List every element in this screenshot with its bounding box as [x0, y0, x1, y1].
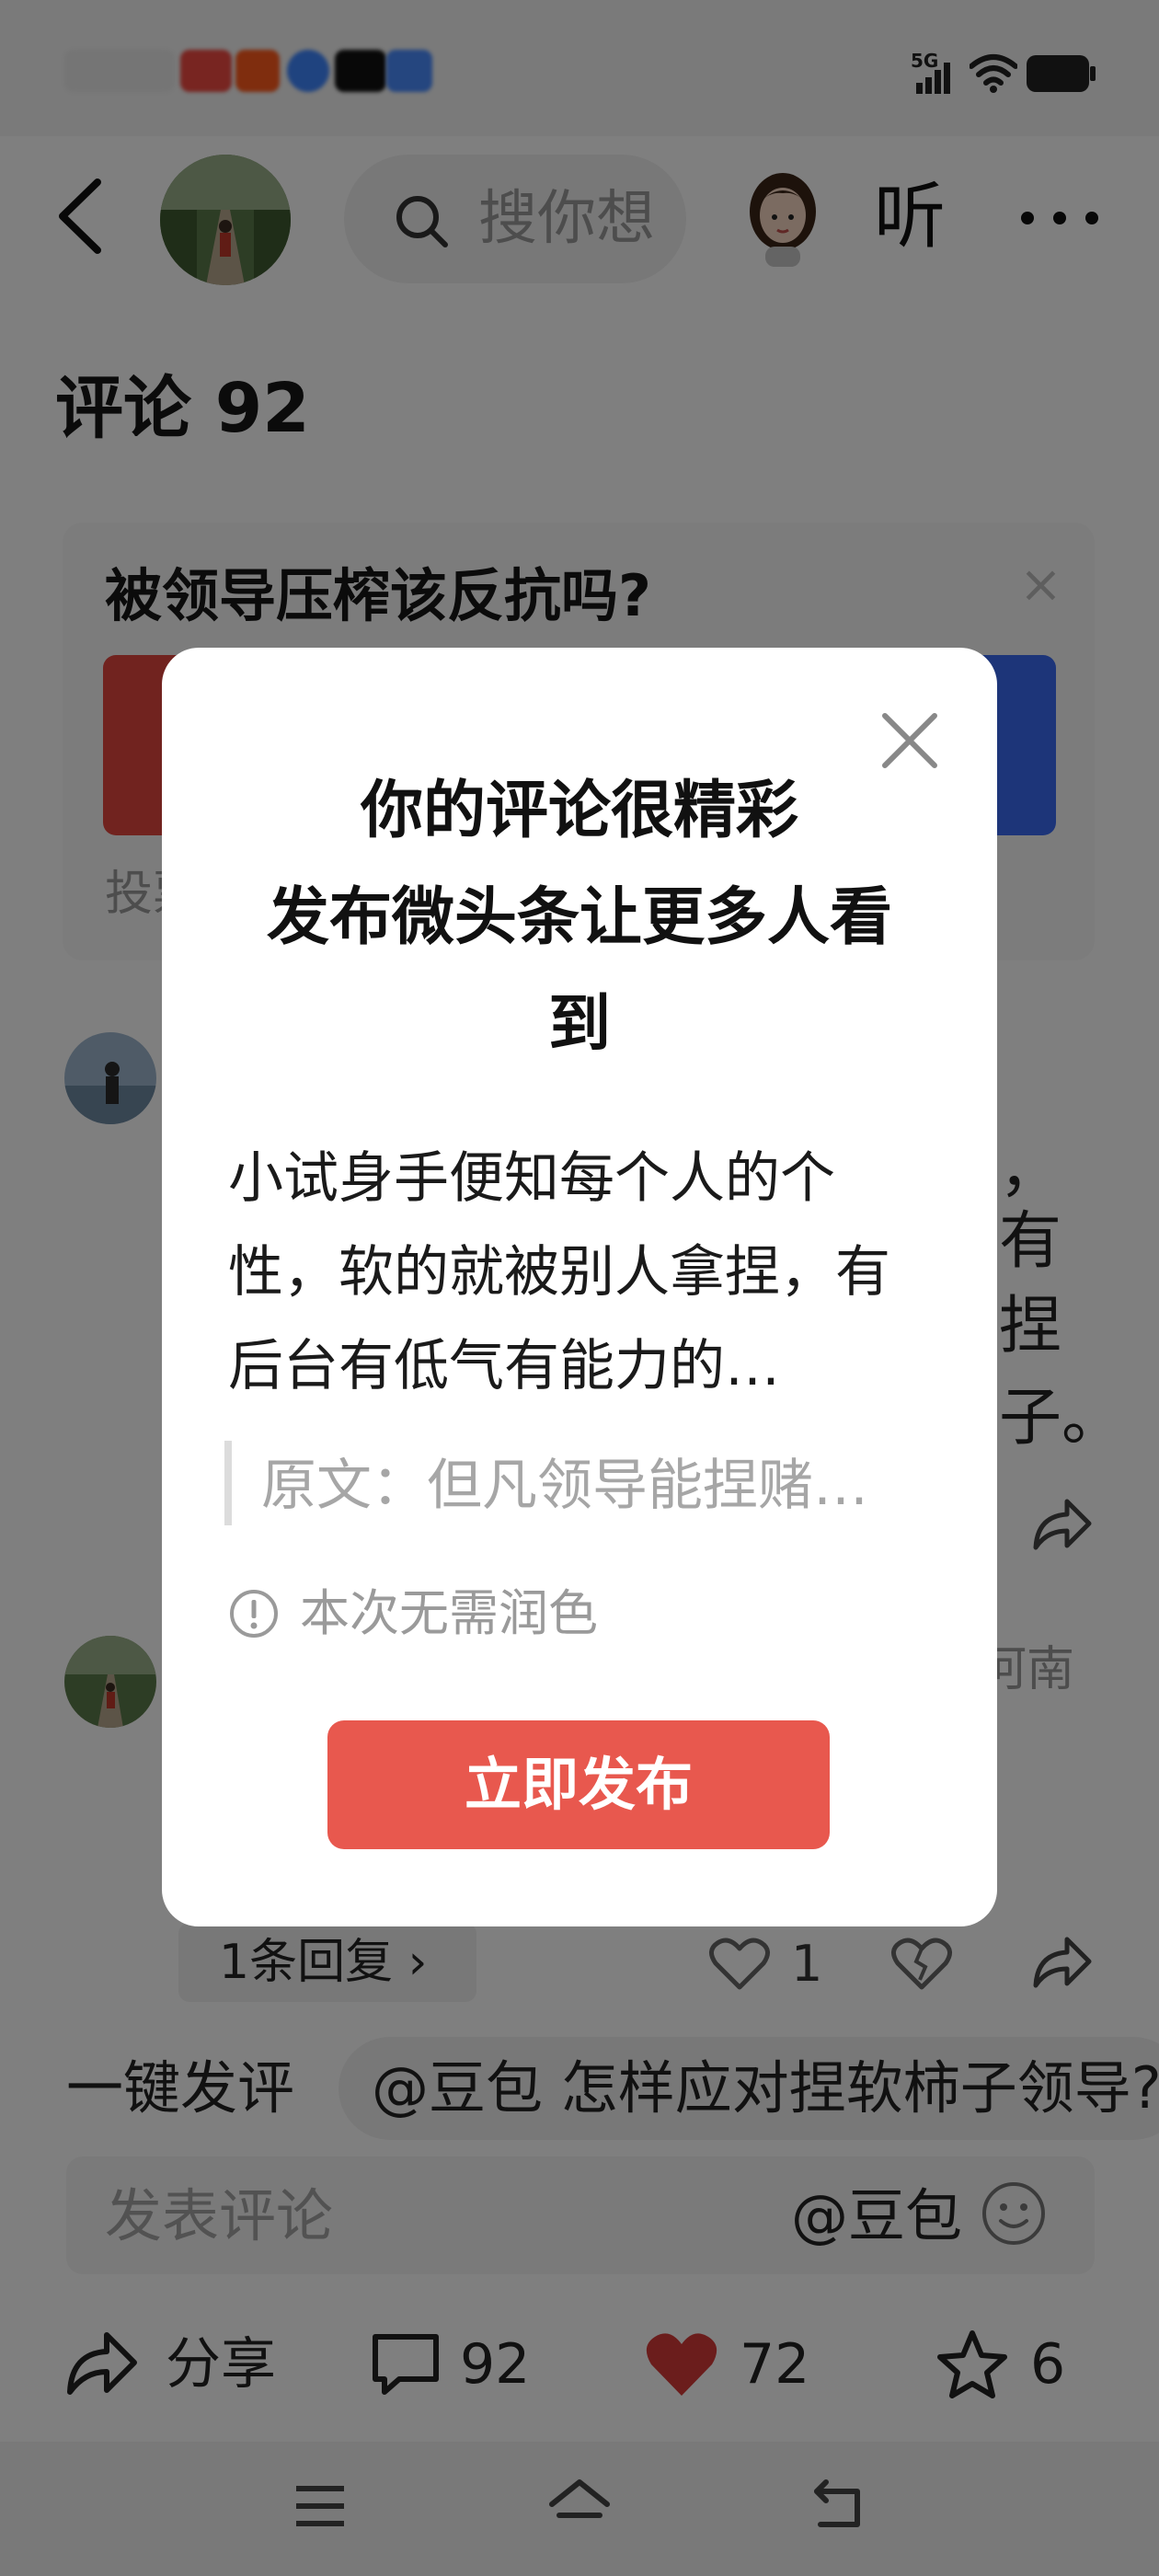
dialog-title-line: 发布微头条让更多人看 [266, 881, 892, 954]
dialog-title: 你的评论很精彩 发布微头条让更多人看 到 [199, 758, 960, 1078]
publish-button-label: 立即发布 [464, 1751, 693, 1818]
publish-now-button[interactable]: 立即发布 [327, 1720, 830, 1849]
generated-post-text: 小试身手便知每个人的个性，软的就被别人拿捏，有后台有低气有能力的… [228, 1146, 890, 1398]
dialog-title-line: 你的评论很精彩 [360, 775, 798, 847]
no-polish-note: 本次无需润色 [300, 1584, 598, 1642]
quote-bar [224, 1441, 232, 1525]
publish-dialog: 你的评论很精彩 发布微头条让更多人看 到 小试身手便知每个人的个性，软的就被别人… [162, 648, 997, 1926]
original-comment-quote: 原文：但凡领导能捏赌… [261, 1454, 868, 1518]
dialog-title-line: 到 [547, 988, 611, 1061]
info-icon [230, 1590, 278, 1638]
